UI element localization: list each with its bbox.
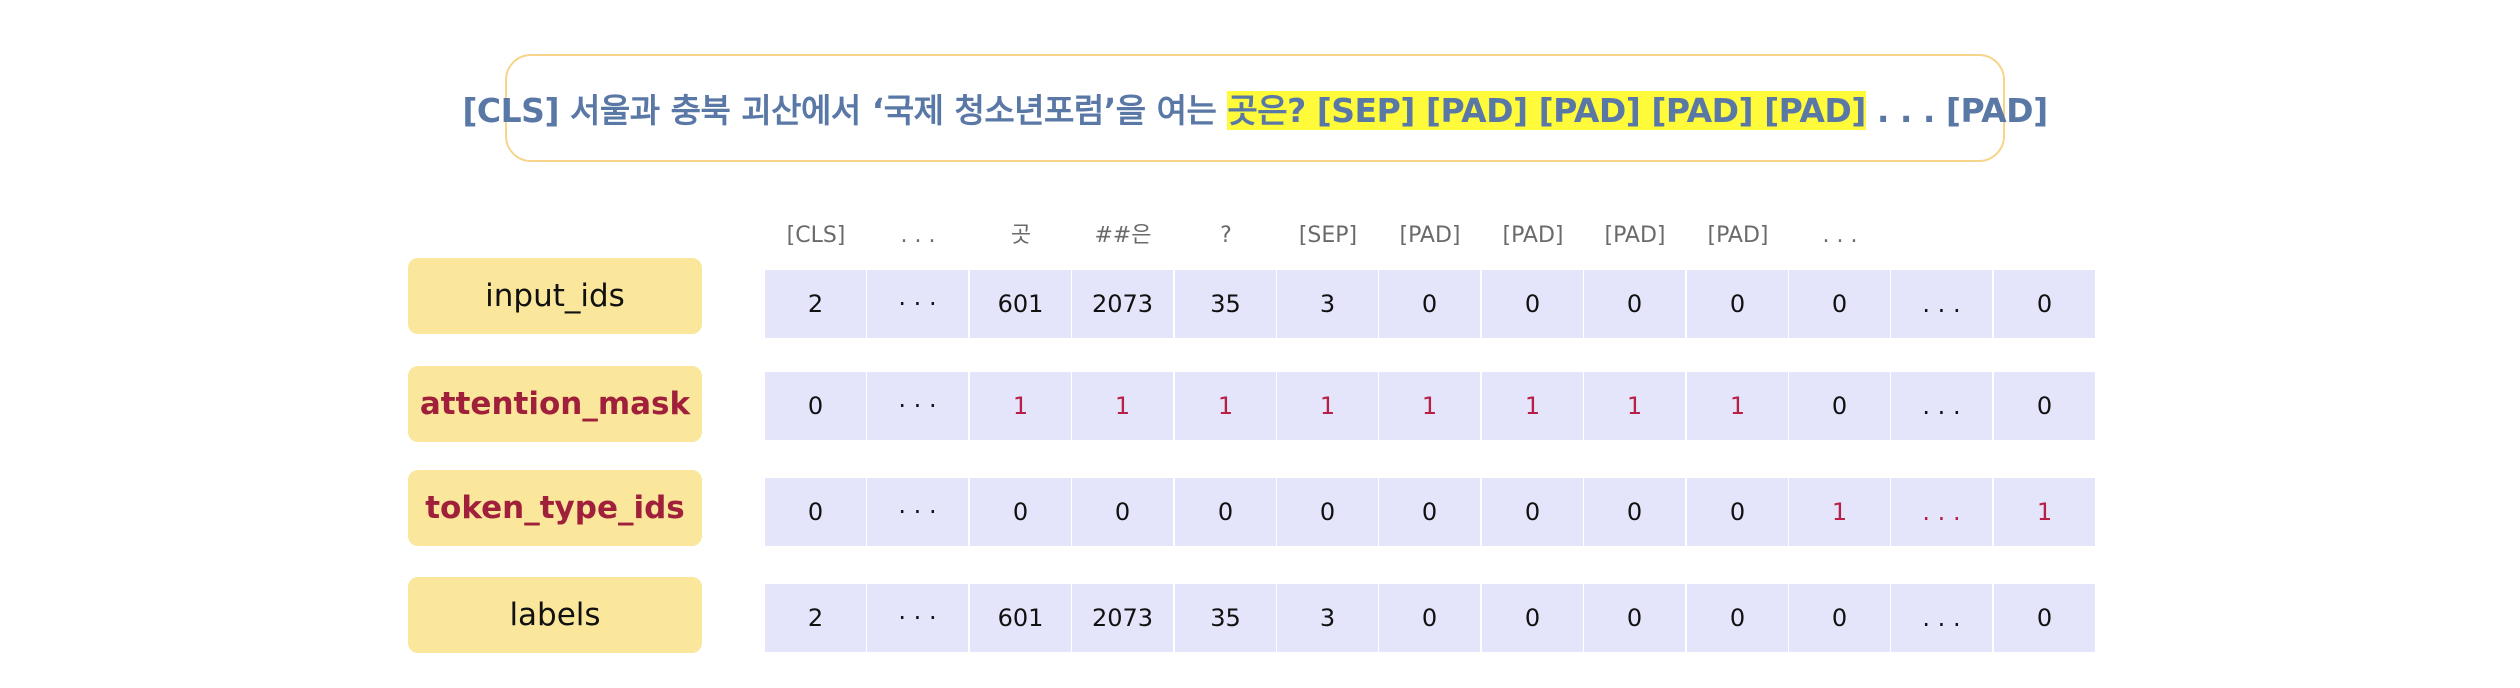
table-cell: 0 (1789, 372, 1890, 440)
table-cell: 0 (1482, 584, 1583, 652)
row-label-attention-mask: attention_mask (408, 366, 702, 442)
table-cell: 0 (1584, 270, 1685, 338)
token-label: [PAD] (1502, 223, 1564, 248)
table-cell: 2 (765, 584, 866, 652)
table-cell: 2073 (1072, 584, 1173, 652)
table-cell: 2073 (1072, 270, 1173, 338)
table-cell: 1 (1277, 372, 1378, 440)
table-cell: 1 (1482, 372, 1583, 440)
table-cell: 3 (1277, 584, 1378, 652)
table-cell: 35 (1175, 270, 1276, 338)
token-label: . . . (900, 223, 936, 248)
table-cell: . . . (1891, 478, 1992, 546)
table-cell: 0 (1789, 270, 1890, 338)
table-cell: 0 (970, 478, 1071, 546)
row-label-labels: labels (408, 577, 702, 653)
table-cell: · · · (867, 478, 968, 546)
token-label: [PAD] (1707, 223, 1769, 248)
table-cell: 1 (1994, 478, 2095, 546)
table-cell: · · · (867, 584, 968, 652)
token-label: 곳 (1010, 223, 1032, 248)
sentence-prefix: [CLS] 서울과 충북 괴산에서 ‘국제 청소년포럼’을 여는 (462, 91, 1228, 130)
table-cell: 0 (1277, 478, 1378, 546)
table-cell: 0 (1687, 478, 1788, 546)
table-cell: 2 (765, 270, 866, 338)
row-label-input-ids: input_ids (408, 258, 702, 334)
input-sentence-box: [CLS] 서울과 충북 괴산에서 ‘국제 청소년포럼’을 여는 곳은? [SE… (462, 54, 2048, 162)
table-cell: 1 (1175, 372, 1276, 440)
table-cell: 0 (1379, 478, 1480, 546)
row-cells-input-ids: 2 · · · 601 2073 35 3 0 0 0 0 0. . .0 (765, 270, 2095, 338)
table-cell: 0 (765, 478, 866, 546)
sentence-highlight: 곳은? [SEP] [PAD] [PAD] [PAD] [PAD] (1227, 91, 1866, 130)
row-cells-token-type-ids: 0 · · · 0 0 0 0 0 0 0 0 1. . .1 (765, 478, 2095, 546)
table-cell: 0 (1482, 478, 1583, 546)
table-cell: 0 (1687, 270, 1788, 338)
table-cell: 1 (1789, 478, 1890, 546)
table-cell: . . . (1891, 270, 1992, 338)
token-label: [PAD] (1604, 223, 1666, 248)
table-cell: 0 (1994, 270, 2095, 338)
token-label: [CLS] (786, 223, 846, 248)
table-cell: 0 (1584, 584, 1685, 652)
table-cell: 0 (1482, 270, 1583, 338)
table-cell: 0 (765, 372, 866, 440)
row-cells-labels: 2 · · · 601 2073 35 3 0 0 0 0 0. . .0 (765, 584, 2095, 652)
table-cell: 1 (970, 372, 1071, 440)
input-sentence: [CLS] 서울과 충북 괴산에서 ‘국제 청소년포럼’을 여는 곳은? [SE… (462, 84, 2048, 132)
table-cell: 0 (1994, 584, 2095, 652)
table-cell: · · · (867, 270, 968, 338)
table-cell: 0 (1789, 584, 1890, 652)
table-cell: · · · (867, 372, 968, 440)
table-cell: 0 (1994, 372, 2095, 440)
table-cell: 601 (970, 584, 1071, 652)
table-cell: 1 (1687, 372, 1788, 440)
token-label: ##은 (1094, 223, 1152, 248)
token-label: . . . (1822, 223, 1858, 248)
table-cell: 0 (1584, 478, 1685, 546)
row-cells-attention-mask: 0 · · · 1 1 1 1 1 1 1 1 0. . .0 (765, 372, 2095, 440)
table-cell: 1 (1584, 372, 1685, 440)
table-cell: 601 (970, 270, 1071, 338)
token-label: [SEP] (1298, 223, 1358, 248)
table-cell: 0 (1379, 270, 1480, 338)
table-cell: 0 (1379, 584, 1480, 652)
table-cell: . . . (1891, 584, 1992, 652)
table-cell: 0 (1072, 478, 1173, 546)
token-label: ? (1220, 223, 1232, 248)
row-label-token-type-ids: token_type_ids (408, 470, 702, 546)
table-cell: 35 (1175, 584, 1276, 652)
table-cell: 1 (1379, 372, 1480, 440)
table-cell: . . . (1891, 372, 1992, 440)
table-cell: 0 (1687, 584, 1788, 652)
table-cell: 1 (1072, 372, 1173, 440)
token-label: [PAD] (1399, 223, 1461, 248)
table-cell: 0 (1175, 478, 1276, 546)
sentence-suffix: . . . [PAD] (1865, 91, 2048, 130)
token-header-row: [CLS] . . . 곳 ##은? [SEP] [PAD] [PAD] [PAD] [PAD]… (765, 218, 2095, 254)
table-cell: 3 (1277, 270, 1378, 338)
